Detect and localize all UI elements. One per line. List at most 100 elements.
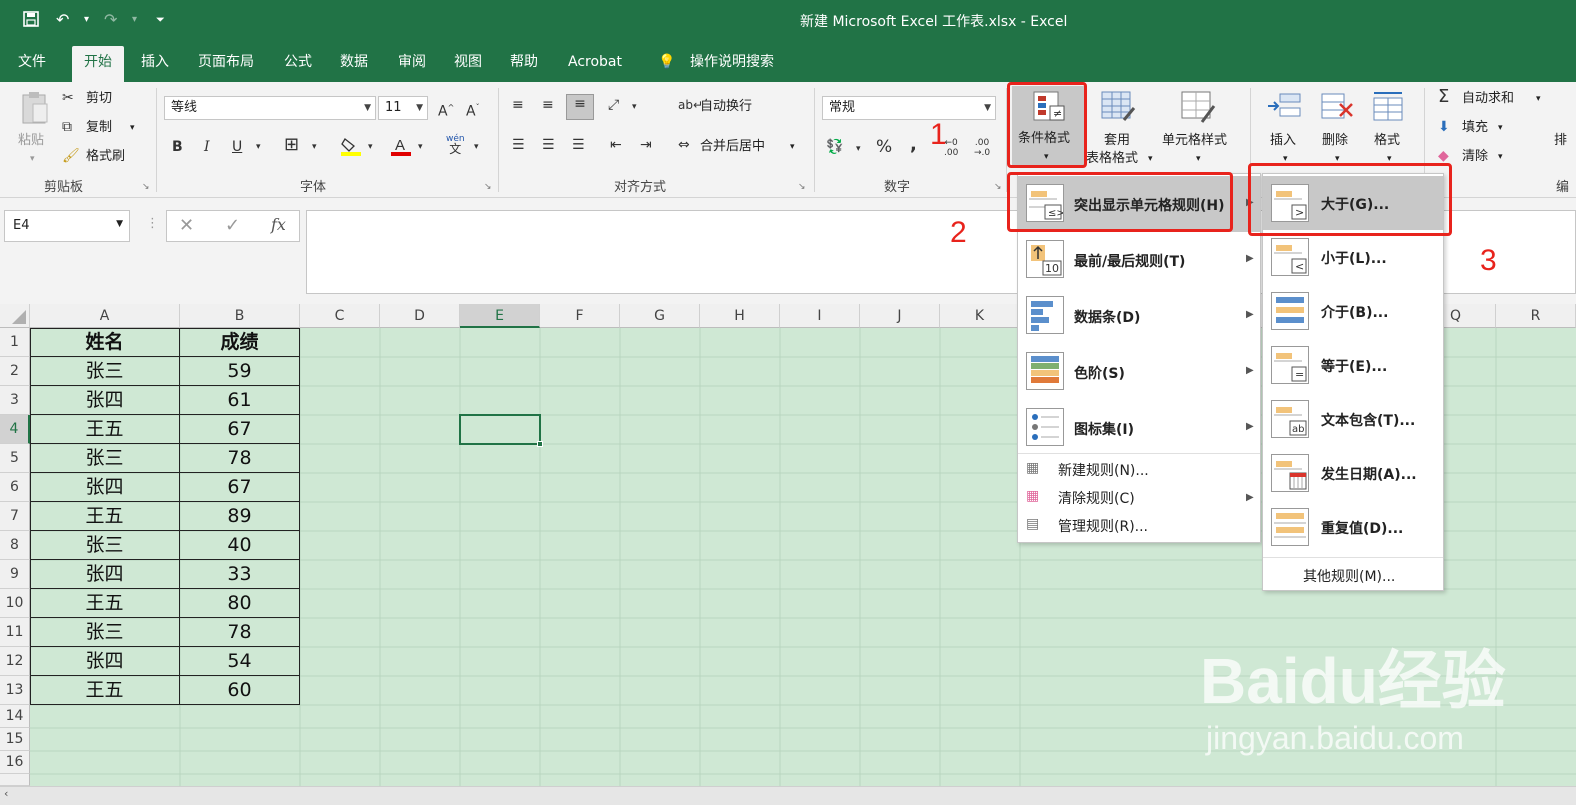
table-cell[interactable]: 59 — [180, 357, 300, 386]
select-all-button[interactable] — [0, 304, 30, 328]
tab-view[interactable]: 视图 — [454, 52, 482, 72]
table-cell[interactable]: 80 — [180, 589, 300, 618]
format-as-table-label-2[interactable]: 表格格式 — [1086, 150, 1138, 168]
underline-button[interactable]: U — [232, 138, 242, 156]
percent-button[interactable]: % — [876, 138, 892, 156]
font-launcher-icon[interactable]: ↘ — [484, 178, 492, 196]
tab-help[interactable]: 帮助 — [510, 52, 538, 72]
row-header-11[interactable]: 11 — [0, 618, 30, 647]
name-box[interactable]: E4 ▼ — [4, 210, 130, 242]
borders-dropdown-icon[interactable]: ▾ — [312, 138, 317, 156]
active-cell-e4[interactable] — [459, 414, 543, 447]
table-cell[interactable]: 王五 — [30, 676, 180, 705]
table-cell[interactable]: 张四 — [30, 647, 180, 676]
currency-icon[interactable]: 💱 — [826, 138, 843, 156]
fill-color-icon[interactable] — [340, 135, 362, 162]
table-cell[interactable]: 王五 — [30, 502, 180, 531]
row-header-13[interactable]: 13 — [0, 676, 30, 705]
table-cell[interactable]: 61 — [180, 386, 300, 415]
table-cell[interactable]: 张四 — [30, 386, 180, 415]
number-launcher-icon[interactable]: ↘ — [994, 178, 1002, 196]
table-cell[interactable]: 78 — [180, 618, 300, 647]
table-cell[interactable]: 33 — [180, 560, 300, 589]
menu-item-data-bars[interactable]: 数据条(D) ▶ — [1018, 288, 1260, 344]
decrease-decimal-icon[interactable]: .00 →.0 — [974, 138, 990, 158]
drag-handle-icon[interactable]: ⋮ — [146, 216, 159, 231]
tab-formulas[interactable]: 公式 — [284, 52, 312, 72]
header-cell-name[interactable]: 姓名 — [30, 328, 180, 357]
enter-icon[interactable]: ✓ — [225, 215, 240, 236]
table-cell[interactable]: 54 — [180, 647, 300, 676]
table-cell[interactable]: 王五 — [30, 415, 180, 444]
borders-icon[interactable]: ⊞ — [284, 136, 299, 154]
row-header-14[interactable]: 14 — [0, 705, 30, 728]
save-icon[interactable] — [22, 10, 40, 33]
column-header-i[interactable]: I — [780, 304, 860, 328]
align-bottom-icon[interactable]: ≡ — [566, 94, 594, 120]
font-size-select[interactable]: 11 ▼ — [378, 96, 428, 120]
orientation-dropdown-icon[interactable]: ▾ — [632, 98, 637, 116]
tab-page-layout[interactable]: 页面布局 — [198, 52, 254, 72]
table-cell[interactable]: 张三 — [30, 357, 180, 386]
font-color-icon[interactable]: A — [390, 135, 412, 162]
undo-dropdown-icon[interactable]: ▾ — [84, 10, 89, 30]
row-header-12[interactable]: 12 — [0, 647, 30, 676]
decrease-font-icon[interactable]: Aˇ — [466, 99, 480, 121]
paste-icon[interactable] — [18, 90, 52, 130]
table-cell[interactable]: 40 — [180, 531, 300, 560]
row-header-1[interactable]: 1 — [0, 328, 30, 357]
column-header-d[interactable]: D — [380, 304, 460, 328]
format-painter-button[interactable]: 格式刷 — [86, 148, 125, 166]
underline-dropdown-icon[interactable]: ▾ — [256, 138, 261, 156]
merge-center-button[interactable]: 合并后居中 — [700, 138, 765, 156]
align-top-icon[interactable]: ≡ — [512, 96, 524, 114]
tell-me-search[interactable]: 操作说明搜索 — [690, 52, 774, 72]
submenu-item-between[interactable]: 介于(B)... — [1263, 284, 1443, 338]
row-header-15[interactable]: 15 — [0, 728, 30, 751]
menu-item-icon-sets[interactable]: 图标集(I) ▶ — [1018, 400, 1260, 454]
row-header-4[interactable]: 4 — [0, 415, 30, 444]
submenu-item-date-occurring[interactable]: 发生日期(A)... — [1263, 446, 1443, 500]
format-as-table-label-1[interactable]: 套用 — [1104, 132, 1130, 150]
menu-item-manage-rules[interactable]: ▤ 管理规则(R)... — [1018, 512, 1260, 540]
number-format-select[interactable]: 常规 ▼ — [822, 96, 996, 120]
autosum-dropdown-icon[interactable]: ▾ — [1536, 90, 1541, 108]
menu-item-top-bottom-rules[interactable]: 10 最前/最后规则(T) ▶ — [1018, 232, 1260, 288]
row-header-10[interactable]: 10 — [0, 589, 30, 618]
font-name-select[interactable]: 等线 ▼ — [164, 96, 376, 120]
insert-function-button[interactable]: fx — [271, 215, 286, 234]
paste-dropdown-icon[interactable]: ▾ — [30, 150, 35, 168]
column-header-h[interactable]: H — [700, 304, 780, 328]
comma-button[interactable]: , — [910, 136, 917, 154]
copy-button[interactable]: 复制 — [86, 119, 112, 137]
row-header-16[interactable]: 16 — [0, 751, 30, 774]
column-header-a[interactable]: A — [30, 304, 180, 328]
decrease-indent-icon[interactable]: ⇤ — [610, 136, 622, 154]
column-header-g[interactable]: G — [620, 304, 700, 328]
redo-dropdown-icon[interactable]: ▾ — [132, 10, 137, 30]
fill-dropdown-icon[interactable]: ▾ — [1498, 119, 1503, 137]
phonetic-dropdown-icon[interactable]: ▾ — [474, 138, 479, 156]
clear-dropdown-icon[interactable]: ▾ — [1498, 148, 1503, 166]
table-cell[interactable]: 67 — [180, 473, 300, 502]
align-center-icon[interactable]: ☰ — [542, 136, 555, 154]
menu-item-new-rule[interactable]: ▦ 新建规则(N)... — [1018, 456, 1260, 484]
table-cell[interactable]: 张三 — [30, 531, 180, 560]
column-header-f[interactable]: F — [540, 304, 620, 328]
cut-button[interactable]: 剪切 — [86, 90, 112, 108]
clear-button[interactable]: 清除 — [1462, 148, 1488, 166]
row-header-3[interactable]: 3 — [0, 386, 30, 415]
submenu-item-text-contains[interactable]: ab 文本包含(T)... — [1263, 392, 1443, 446]
bold-button[interactable]: B — [172, 138, 183, 156]
horizontal-scrollbar[interactable]: ‹ — [0, 786, 1576, 805]
table-cell[interactable]: 78 — [180, 444, 300, 473]
cancel-icon[interactable]: ✕ — [179, 215, 194, 236]
row-header-8[interactable]: 8 — [0, 531, 30, 560]
column-header-r[interactable]: R — [1496, 304, 1576, 328]
insert-cells-button[interactable]: 插入 — [1270, 132, 1296, 150]
align-left-icon[interactable]: ☰ — [512, 136, 525, 154]
italic-button[interactable]: I — [204, 138, 210, 156]
column-header-b[interactable]: B — [180, 304, 300, 328]
align-middle-icon[interactable]: ≡ — [542, 96, 554, 114]
font-color-dropdown-icon[interactable]: ▾ — [418, 138, 423, 156]
